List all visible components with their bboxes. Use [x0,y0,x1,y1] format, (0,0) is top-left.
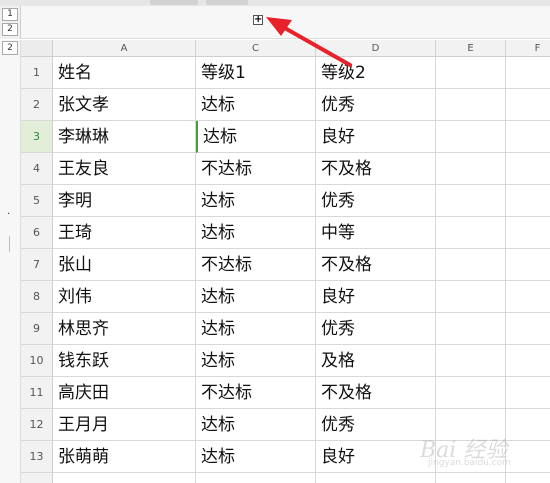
cell[interactable]: 李明 [53,185,196,217]
cell[interactable]: 高庆田 [53,377,196,409]
cell[interactable] [506,249,550,281]
cell[interactable]: 优秀 [316,313,436,345]
expand-group-button[interactable]: + [253,15,263,25]
cell[interactable]: 达标 [196,89,316,121]
cell[interactable]: 达标 [196,345,316,377]
cell[interactable]: 张山 [53,249,196,281]
cell[interactable] [436,153,506,185]
row-outline-level-box: 1 2 [0,6,21,39]
cell[interactable]: 张文孝 [53,89,196,121]
cell[interactable] [436,281,506,313]
cell[interactable]: 不达标 [196,377,316,409]
cell[interactable] [506,89,550,121]
cell[interactable]: 优秀 [316,409,436,441]
column-header[interactable]: E [436,40,506,57]
cell[interactable]: 林思齐 [53,313,196,345]
cell[interactable]: 达标 [196,313,316,345]
column-header[interactable]: F [506,40,550,57]
watermark: Bai 经验 jingyan.baidu.com [420,432,542,476]
cell[interactable]: 王友良 [53,153,196,185]
cell[interactable] [436,185,506,217]
cell[interactable] [506,345,550,377]
column-outline-bar: + [0,6,550,39]
cell[interactable]: 等级1 [196,57,316,89]
cell[interactable] [436,313,506,345]
column-header[interactable]: A [53,40,196,57]
cell[interactable] [506,217,550,249]
cell[interactable]: 达标 [196,217,316,249]
cell[interactable] [316,473,436,483]
cell[interactable]: 良好 [316,281,436,313]
cell[interactable] [436,57,506,89]
row-header[interactable]: 2 [21,89,53,121]
cell[interactable]: 达标 [196,121,316,153]
row-outline-bar: · [0,40,21,483]
cell[interactable] [436,345,506,377]
cell[interactable]: 达标 [196,409,316,441]
cell[interactable]: 良好 [316,441,436,473]
cell[interactable] [506,57,550,89]
cell[interactable] [506,377,550,409]
cell[interactable] [196,473,316,483]
cell[interactable]: 不达标 [196,249,316,281]
cell[interactable] [506,313,550,345]
row-header[interactable]: 1 [21,57,53,89]
cell[interactable] [53,473,196,483]
cell[interactable] [506,281,550,313]
cell[interactable]: 李琳琳 [53,121,196,153]
cell[interactable] [506,121,550,153]
row-header[interactable]: 5 [21,185,53,217]
cell[interactable]: 不及格 [316,153,436,185]
row-header[interactable]: 9 [21,313,53,345]
cell[interactable]: 等级2 [316,57,436,89]
row-header[interactable]: 13 [21,441,53,473]
cell[interactable] [436,377,506,409]
row-header[interactable]: 10 [21,345,53,377]
sheet-tab-stub[interactable] [150,0,198,5]
row-header[interactable]: 3 [21,121,53,153]
cell[interactable] [506,185,550,217]
cell[interactable]: 及格 [316,345,436,377]
row-header[interactable]: 11 [21,377,53,409]
outline-level-2-button[interactable]: 2 [2,23,18,36]
group-bracket-line [9,236,10,252]
row-header[interactable]: 8 [21,281,53,313]
row-header[interactable]: 6 [21,217,53,249]
cell[interactable]: 良好 [316,121,436,153]
row-header[interactable]: 12 [21,409,53,441]
cell[interactable]: 优秀 [316,89,436,121]
cell[interactable]: 钱东跃 [53,345,196,377]
cell[interactable]: 姓名 [53,57,196,89]
cell[interactable] [436,217,506,249]
row-header[interactable]: 7 [21,249,53,281]
sheet-tab-stub[interactable] [206,0,248,5]
column-header[interactable]: C [196,40,316,57]
cell[interactable] [436,89,506,121]
cell[interactable]: 张萌萌 [53,441,196,473]
outline-level-1-button[interactable]: 1 [2,8,18,21]
cell[interactable]: 不及格 [316,249,436,281]
cell[interactable]: 不及格 [316,377,436,409]
watermark-url: jingyan.baidu.com [428,458,512,468]
cell[interactable]: 优秀 [316,185,436,217]
cell[interactable]: 达标 [196,281,316,313]
cell[interactable] [436,121,506,153]
collapsed-group-marker[interactable]: · [7,210,10,220]
cell[interactable]: 不达标 [196,153,316,185]
select-all-corner[interactable] [21,40,53,57]
cell[interactable]: 达标 [196,441,316,473]
column-header[interactable]: D [316,40,436,57]
cell[interactable]: 王月月 [53,409,196,441]
cell[interactable]: 达标 [196,185,316,217]
cell[interactable]: 王琦 [53,217,196,249]
cell[interactable] [436,249,506,281]
cell[interactable]: 中等 [316,217,436,249]
column-level-2-button[interactable]: 2 [2,41,18,55]
cell[interactable] [506,153,550,185]
row-header[interactable]: 4 [21,153,53,185]
cell[interactable]: 刘伟 [53,281,196,313]
row-header[interactable]: 14 [21,473,53,483]
